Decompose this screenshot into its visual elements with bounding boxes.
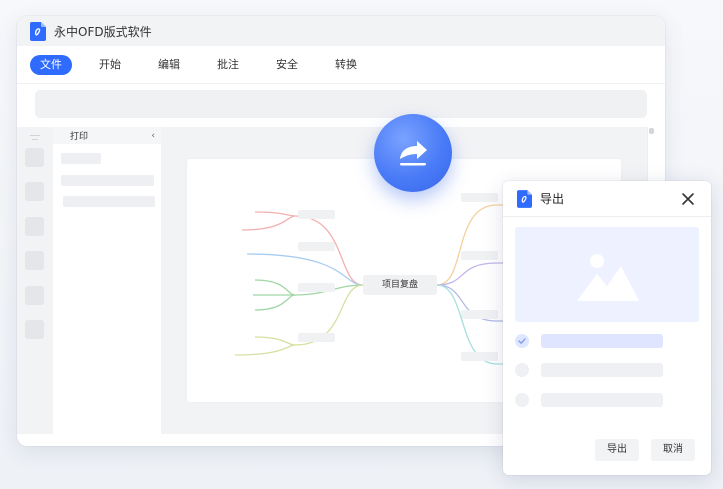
radio-unchecked[interactable] bbox=[515, 393, 529, 407]
share-arrow-icon bbox=[400, 141, 427, 166]
print-panel: 打印 ‹ bbox=[53, 127, 161, 434]
drag-handle-icon[interactable] bbox=[32, 139, 38, 140]
share-export-button[interactable] bbox=[374, 114, 452, 192]
menu-bar: 文件 开始 编辑 批注 安全 转换 bbox=[17, 46, 665, 84]
app-title: 永中OFD版式软件 bbox=[54, 24, 152, 39]
export-option-label bbox=[541, 334, 663, 348]
placeholder-bar bbox=[61, 153, 101, 164]
placeholder-bar bbox=[61, 175, 154, 186]
image-placeholder-icon bbox=[577, 254, 639, 301]
export-option[interactable] bbox=[515, 334, 699, 348]
print-panel-title: 打印 bbox=[70, 132, 89, 142]
export-option[interactable] bbox=[515, 363, 699, 377]
check-icon bbox=[518, 338, 526, 344]
side-tool-button[interactable] bbox=[25, 182, 44, 201]
dialog-title: 导出 bbox=[540, 192, 565, 206]
cancel-button[interactable]: 取消 bbox=[651, 439, 695, 461]
export-option[interactable] bbox=[515, 393, 699, 407]
menu-start[interactable]: 开始 bbox=[89, 55, 131, 75]
scrollbar-thumb[interactable] bbox=[649, 128, 654, 134]
menu-convert[interactable]: 转换 bbox=[325, 55, 367, 75]
export-option-label bbox=[541, 363, 663, 377]
menu-security[interactable]: 安全 bbox=[266, 55, 308, 75]
menu-annotate[interactable]: 批注 bbox=[207, 55, 249, 75]
app-logo-icon bbox=[30, 21, 46, 41]
side-tool-button[interactable] bbox=[25, 148, 44, 167]
side-tool-button[interactable] bbox=[25, 320, 44, 339]
mindmap-center-node: 项目复盘 bbox=[381, 280, 418, 290]
side-tool-button[interactable] bbox=[25, 251, 44, 270]
ribbon-toolbar bbox=[35, 90, 647, 118]
menu-edit[interactable]: 编辑 bbox=[148, 55, 190, 75]
side-tool-button[interactable] bbox=[25, 286, 44, 305]
radio-checked[interactable] bbox=[515, 334, 529, 348]
side-tool-button[interactable] bbox=[25, 217, 44, 236]
radio-unchecked[interactable] bbox=[515, 363, 529, 377]
print-panel-header: 打印 ‹ bbox=[53, 127, 161, 144]
menu-file[interactable]: 文件 bbox=[30, 54, 72, 75]
placeholder-bar bbox=[63, 196, 155, 207]
title-bar: 永中OFD版式软件 bbox=[17, 16, 665, 46]
close-icon[interactable] bbox=[679, 190, 697, 208]
dialog-header: 导出 bbox=[503, 181, 711, 217]
app-logo-icon bbox=[517, 189, 532, 208]
drag-handle-icon[interactable] bbox=[30, 135, 40, 136]
side-tool-strip bbox=[17, 127, 53, 434]
export-preview bbox=[515, 227, 699, 322]
collapse-icon[interactable]: ‹ bbox=[151, 131, 155, 141]
export-option-label bbox=[541, 393, 663, 407]
export-dialog: 导出 导出 取消 bbox=[503, 181, 711, 475]
export-button[interactable]: 导出 bbox=[595, 439, 639, 461]
